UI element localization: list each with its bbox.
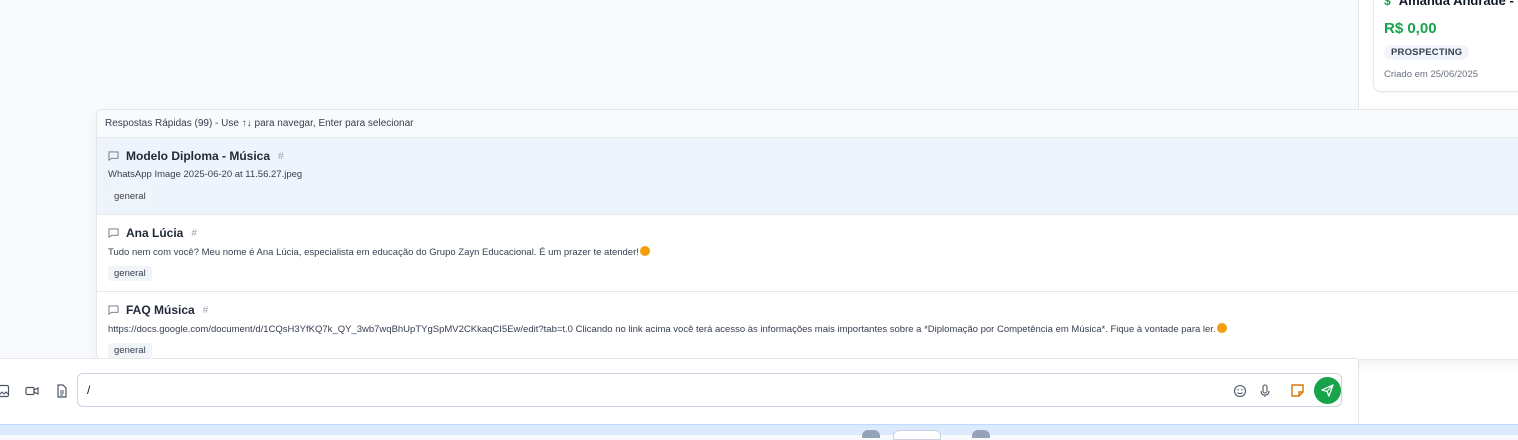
- quick-reply-item[interactable]: FAQ Música # https://docs.google.com/doc…: [97, 292, 1518, 359]
- deal-created-date: Criado em 25/06/2025: [1384, 69, 1479, 80]
- dollar-icon: $: [1384, 0, 1391, 8]
- quick-reply-item[interactable]: Modelo Diploma - Música # WhatsApp Image…: [97, 138, 1518, 215]
- send-button[interactable]: [1314, 377, 1341, 404]
- microphone-icon[interactable]: [1258, 384, 1272, 398]
- taskbar-icon[interactable]: [893, 430, 941, 440]
- video-icon[interactable]: [25, 384, 39, 398]
- deal-stage-badge: PROSPECTING: [1384, 45, 1470, 60]
- quick-reply-item[interactable]: Ana Lúcia # Tudo nem com você? Meu nome …: [97, 215, 1518, 292]
- quick-reply-text: https://docs.google.com/document/d/1CQsH…: [108, 324, 1216, 335]
- quick-replies-header: Respostas Rápidas (99) - Use ↑↓ para nav…: [97, 110, 1518, 138]
- deal-title-row: $ Amanda Andrade - ge: [1384, 0, 1518, 8]
- quick-reply-tag: general: [108, 343, 152, 358]
- quick-reply-content: Tudo nem com você? Meu nome é Ana Lúcia,…: [108, 246, 650, 258]
- emoji-icon[interactable]: [1233, 384, 1247, 398]
- hash-icon: #: [191, 227, 197, 239]
- taskbar-icon[interactable]: [972, 430, 990, 438]
- send-icon: [1321, 384, 1334, 397]
- hash-icon: #: [278, 150, 284, 162]
- deal-value: R$ 0,00: [1384, 20, 1437, 37]
- quick-reply-title: Modelo Diploma - Música: [126, 149, 271, 163]
- message-input-value: /: [87, 383, 91, 397]
- deal-title: Amanda Andrade - ge: [1398, 0, 1518, 8]
- quick-reply-content: https://docs.google.com/document/d/1CQsH…: [108, 323, 1227, 335]
- taskbar-strip: [0, 424, 1518, 440]
- quick-reply-tag: general: [108, 189, 152, 204]
- message-icon: [108, 228, 119, 238]
- deal-card[interactable]: $ Amanda Andrade - ge R$ 0,00 PROSPECTIN…: [1373, 0, 1518, 92]
- smiling-emoji-icon: [1216, 323, 1227, 333]
- document-icon[interactable]: [55, 384, 69, 398]
- image-icon[interactable]: [0, 384, 10, 398]
- quick-reply-text: Tudo nem com você? Meu nome é Ana Lúcia,…: [108, 247, 639, 258]
- taskbar-icon[interactable]: [862, 430, 880, 438]
- message-icon: [108, 151, 119, 161]
- quick-reply-content: WhatsApp Image 2025-06-20 at 11.56.27.jp…: [108, 169, 303, 180]
- quick-reply-title: Ana Lúcia: [126, 226, 184, 240]
- message-icon: [108, 305, 119, 315]
- quick-reply-tag: general: [108, 266, 152, 281]
- message-input[interactable]: /: [77, 373, 1342, 407]
- quick-reply-title: FAQ Música: [126, 303, 195, 317]
- sticky-note-icon[interactable]: [1290, 383, 1305, 398]
- message-composer-bar: /: [0, 358, 1358, 425]
- quick-replies-popup: Respostas Rápidas (99) - Use ↑↓ para nav…: [96, 109, 1518, 360]
- smiling-emoji-icon: [639, 246, 650, 256]
- hash-icon: #: [202, 304, 209, 316]
